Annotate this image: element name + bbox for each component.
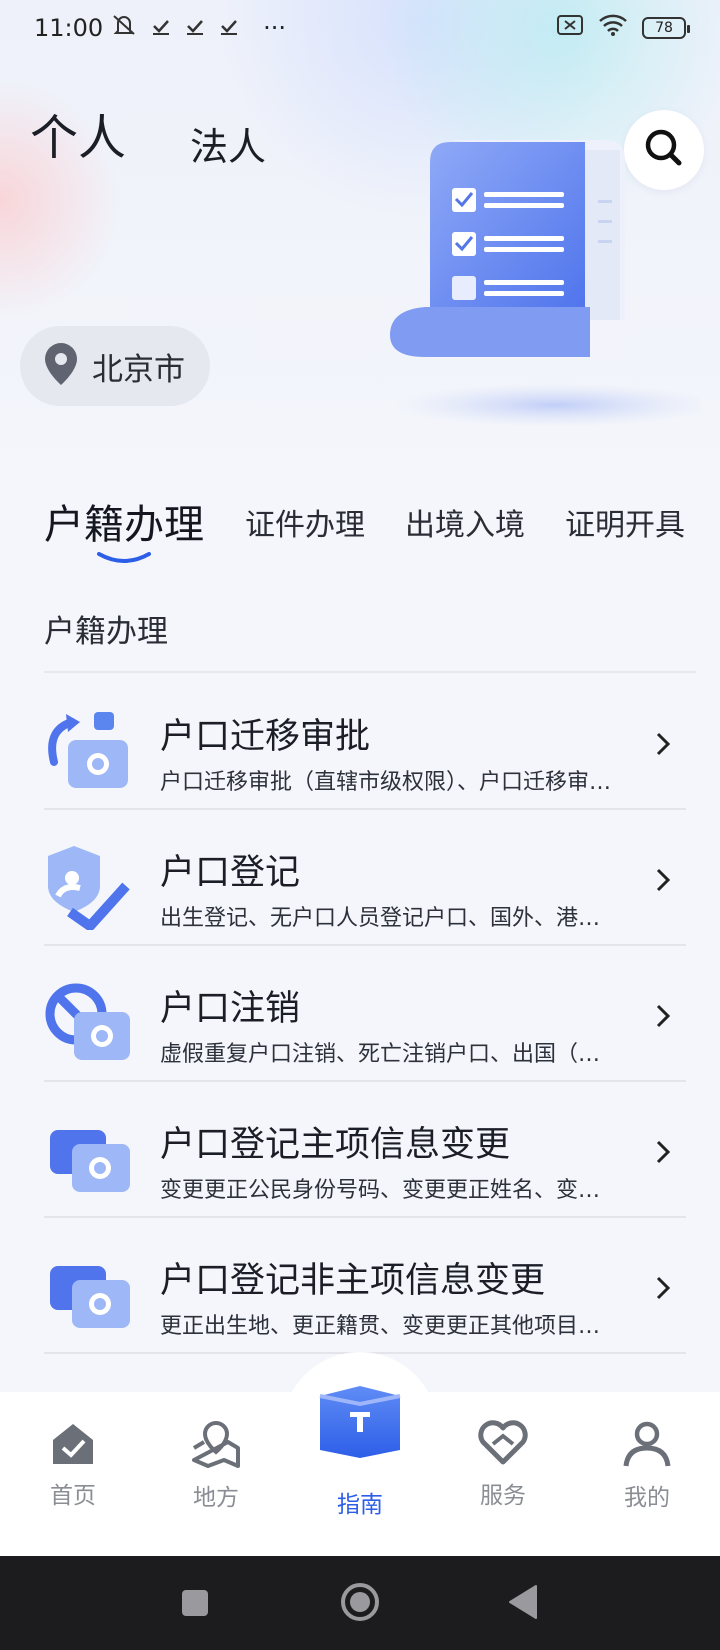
tab-entry-exit[interactable]: 出境入境 <box>405 500 525 544</box>
back-icon[interactable] <box>508 1584 538 1624</box>
tab-legal-entity-label: 法人 <box>190 125 267 169</box>
list-item-main-info-change[interactable]: 户口登记主项信息变更 变更更正公民身份号码、变更更正姓名、变更更正出生日期 <box>44 1082 686 1218</box>
service-heart-icon <box>477 1420 529 1470</box>
nav-local-label: 地方 <box>193 1485 239 1511</box>
nav-profile-label: 我的 <box>624 1485 670 1511</box>
section-title: 户籍办理 <box>44 614 168 650</box>
wifi-icon <box>598 13 628 43</box>
cancel-icon <box>44 976 134 1066</box>
sim-icon <box>556 14 584 42</box>
nav-guide-label[interactable]: 指南 <box>304 1485 416 1519</box>
tab-household-registration[interactable]: 户籍办理 <box>44 492 204 550</box>
tab-personal[interactable]: 个人 <box>28 98 131 168</box>
list-item-desc: 变更更正公民身份号码、变更更正姓名、变更更正出生日期 <box>160 1178 622 1203</box>
list-item-title: 户口登记非主项信息变更 <box>160 1261 546 1301</box>
chevron-right-icon <box>654 730 672 762</box>
battery-icon: 78 <box>642 17 690 39</box>
location-label: 北京市 <box>92 351 185 388</box>
home-circle-icon[interactable] <box>340 1582 380 1626</box>
active-tab-indicator <box>96 550 152 570</box>
nav-local[interactable]: 地方 <box>161 1420 271 1512</box>
home-icon <box>48 1424 98 1470</box>
list-item-desc: 户口迁移审批（直辖市级权限）、户口迁移审批（非直辖市级权限） <box>160 770 622 795</box>
check-icon <box>185 14 205 42</box>
status-bar: 11:00 ··· 78 <box>0 0 720 56</box>
chevron-right-icon <box>654 1002 672 1034</box>
list-item-minor-info-change[interactable]: 户口登记非主项信息变更 更正出生地、更正籍贯、变更更正其他项目信息变更 <box>44 1218 686 1354</box>
recents-icon[interactable] <box>180 1588 210 1622</box>
list-item-desc: 更正出生地、更正籍贯、变更更正其他项目信息变更 <box>160 1314 622 1339</box>
map-pin-icon <box>190 1420 242 1472</box>
chevron-right-icon <box>654 866 672 898</box>
status-time: 11:00 <box>34 14 104 42</box>
location-pin-icon <box>42 341 80 391</box>
mute-icon <box>111 13 137 43</box>
list-item-desc: 出生登记、无户口人员登记户口、国外、港澳台人员恢复户口登记 <box>160 906 622 931</box>
transfer-icon <box>44 704 134 794</box>
change-minor-icon <box>44 1248 134 1338</box>
list-item-title: 户口注销 <box>160 989 301 1029</box>
list-item-household-registration[interactable]: 户口登记 出生登记、无户口人员登记户口、国外、港澳台人员恢复户口登记 <box>44 810 686 946</box>
nav-services[interactable]: 服务 <box>448 1420 558 1510</box>
location-selector[interactable]: 北京市 <box>20 326 210 406</box>
list-item-desc: 虚假重复户口注销、死亡注销户口、出国（境）定居注销户口 <box>160 1042 622 1067</box>
tab-personal-label: 个人 <box>30 110 127 166</box>
category-tabs: 户籍办理 证件办理 出境入境 证明开具 <box>0 490 720 563</box>
list-item-title: 户口迁移审批 <box>160 717 371 757</box>
change-main-icon <box>44 1112 134 1202</box>
tab-proof-issuance[interactable]: 证明开具 <box>565 500 685 544</box>
tab-certificates[interactable]: 证件办理 <box>245 500 365 544</box>
nav-home[interactable]: 首页 <box>18 1420 128 1510</box>
chevron-right-icon <box>654 1274 672 1306</box>
more-status-icon: ··· <box>263 14 287 42</box>
check-icon <box>219 14 239 42</box>
profile-icon <box>622 1421 672 1472</box>
guide-book-icon[interactable] <box>312 1380 408 1460</box>
nav-home-label: 首页 <box>50 1483 96 1509</box>
nav-profile[interactable]: 我的 <box>592 1420 702 1512</box>
check-icon <box>151 14 171 42</box>
register-icon <box>44 840 134 931</box>
guide-document-illustration <box>380 140 715 430</box>
system-navigation-bar <box>0 1556 720 1650</box>
list-item-title: 户口登记 <box>160 853 301 893</box>
chevron-right-icon <box>654 1138 672 1170</box>
list-item-household-transfer[interactable]: 户口迁移审批 户口迁移审批（直辖市级权限）、户口迁移审批（非直辖市级权限） <box>44 674 686 810</box>
tab-legal-entity[interactable]: 法人 <box>190 116 266 171</box>
list-item-title: 户口登记主项信息变更 <box>160 1125 511 1165</box>
nav-services-label: 服务 <box>480 1483 526 1509</box>
list-item-household-cancellation[interactable]: 户口注销 虚假重复户口注销、死亡注销户口、出国（境）定居注销户口 <box>44 946 686 1082</box>
divider <box>44 671 696 673</box>
